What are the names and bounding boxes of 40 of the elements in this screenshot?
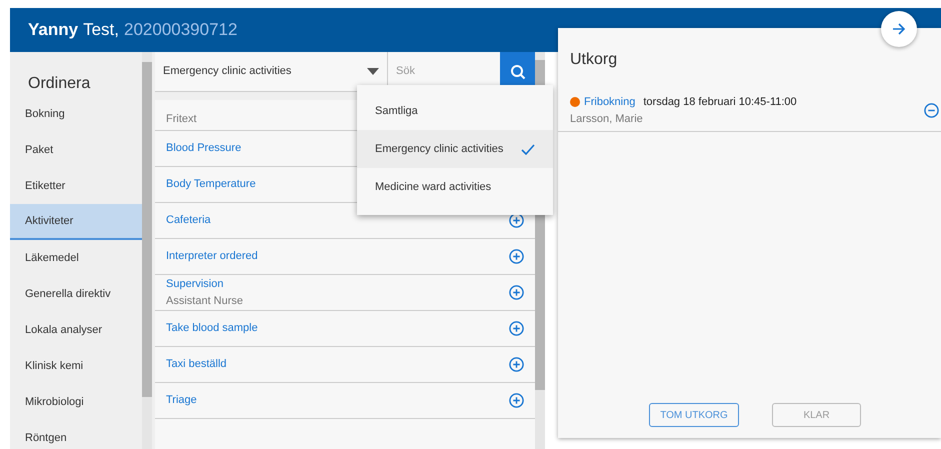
- activity-name[interactable]: Cafeteria: [166, 212, 509, 229]
- patient-last-name: Test,: [83, 19, 119, 42]
- patient-name: Larsson, Marie: [570, 112, 644, 126]
- activity-name[interactable]: Take blood sample: [166, 320, 509, 337]
- sidebar-item[interactable]: Mikrobiologi: [10, 384, 142, 420]
- add-icon[interactable]: [509, 393, 524, 408]
- activity-name[interactable]: Supervision: [166, 276, 509, 292]
- activity-name[interactable]: Triage: [166, 392, 509, 409]
- category-select[interactable]: Emergency clinic activities: [155, 52, 388, 92]
- dropdown-caret-icon: [367, 68, 379, 75]
- dropdown-option[interactable]: Medicine ward activities: [357, 168, 553, 206]
- add-icon[interactable]: [509, 249, 524, 264]
- add-icon[interactable]: [509, 213, 524, 228]
- booking-type-link[interactable]: Fribokning: [584, 94, 636, 110]
- booking-time: torsdag 18 februari 10:45-11:00: [643, 95, 797, 110]
- add-icon[interactable]: [509, 357, 524, 372]
- arrow-right-icon: [892, 23, 906, 35]
- patient-id: 202000390712: [124, 19, 238, 42]
- activity-name[interactable]: Interpreter ordered: [166, 248, 509, 265]
- sidebar-item[interactable]: Etiketter: [10, 168, 142, 204]
- patient-first-name: Yanny: [28, 19, 78, 42]
- activity-name[interactable]: Taxi beställd: [166, 356, 509, 373]
- sidebar-item[interactable]: Röntgen: [10, 420, 142, 449]
- sidebar-item[interactable]: Bokning: [10, 96, 142, 132]
- add-icon[interactable]: [509, 285, 524, 300]
- scrollbar[interactable]: [142, 52, 152, 449]
- dropdown-option[interactable]: Emergency clinic activities: [357, 130, 553, 168]
- add-icon[interactable]: [509, 321, 524, 336]
- sidebar-item[interactable]: Klinisk kemi: [10, 348, 142, 384]
- remove-icon[interactable]: [924, 103, 939, 118]
- search-icon: [510, 64, 526, 80]
- activity-subtitle: Assistant Nurse: [166, 294, 244, 308]
- sidebar-item[interactable]: Paket: [10, 132, 142, 168]
- check-icon: [521, 144, 535, 154]
- sidebar-item[interactable]: Aktiviteter: [10, 204, 142, 240]
- outbox-title: Utkorg: [570, 51, 618, 68]
- sidebar-title: Ordinera: [27, 74, 92, 94]
- sidebar-item[interactable]: Lokala analyser: [10, 312, 142, 348]
- sidebar-item[interactable]: Läkemedel: [10, 240, 142, 276]
- sidebar-item[interactable]: Generella direktiv: [10, 276, 142, 312]
